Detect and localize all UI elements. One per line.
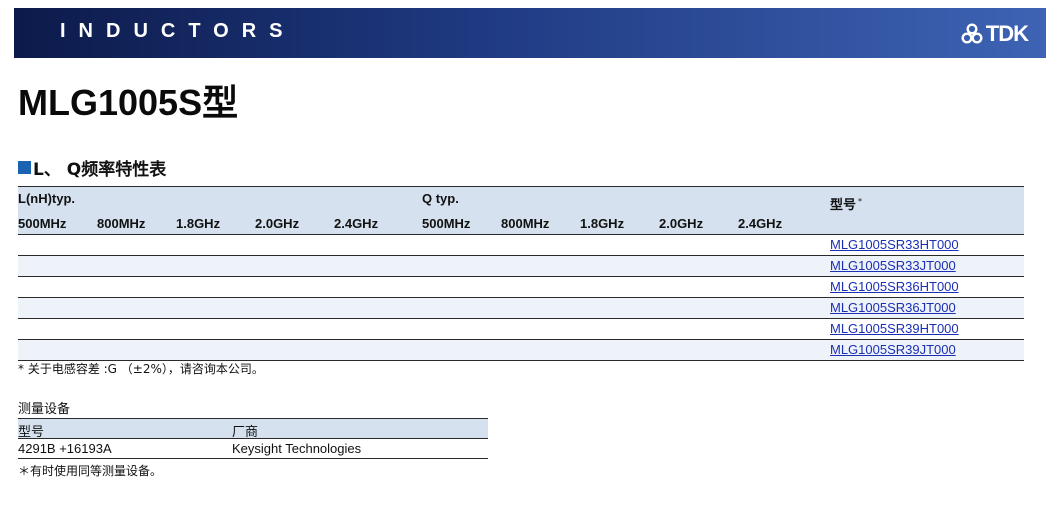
table-row: MLG1005SR39HT000 xyxy=(18,319,1024,340)
equipment-table: 型号 厂商 4291B +16193A Keysight Technologie… xyxy=(18,418,488,459)
brand-name: TDK xyxy=(985,21,1029,46)
equipment-table-header: 型号 厂商 xyxy=(18,418,488,440)
model-link[interactable]: MLG1005SR36HT000 xyxy=(830,279,959,294)
section-heading: L、 Q频率特性表 xyxy=(18,155,166,180)
equipment-col-maker: 厂商 xyxy=(232,425,259,440)
product-title: MLG1005S型 xyxy=(18,82,239,123)
col-q-500mhz: 500MHz xyxy=(422,216,471,231)
table-row: MLG1005SR36HT000 xyxy=(18,277,1024,298)
col-l-500mhz: 500MHz xyxy=(18,216,67,231)
equipment-col-model: 型号 xyxy=(18,425,45,440)
table-header: L(nH)typ. Q typ. 500MHz 800MHz 1.8GHz 2.… xyxy=(18,186,1024,235)
col-model: 型号 * xyxy=(830,194,862,213)
tolerance-footnote: * 关于电感容差 :G （±2%），请咨询本公司。 xyxy=(18,362,264,376)
model-link[interactable]: MLG1005SR39HT000 xyxy=(830,321,959,336)
col-q-1-8ghz: 1.8GHz xyxy=(580,216,625,231)
col-q-2-4ghz: 2.4GHz xyxy=(738,216,783,231)
col-l-1-8ghz: 1.8GHz xyxy=(176,216,221,231)
equipment-model: 4291B +16193A xyxy=(18,441,112,456)
table-row: MLG1005SR36JT000 xyxy=(18,298,1024,319)
group-header-q: Q typ. xyxy=(422,191,459,206)
col-model-label: 型号 xyxy=(830,198,857,213)
equipment-title: 测量设备 xyxy=(18,402,71,417)
lq-frequency-table: L(nH)typ. Q typ. 500MHz 800MHz 1.8GHz 2.… xyxy=(18,186,1024,361)
square-marker-icon xyxy=(18,161,31,174)
table-row: MLG1005SR39JT000 xyxy=(18,340,1024,361)
header-banner: INDUCTORS TDK xyxy=(14,8,1046,58)
table-row: 4291B +16193A Keysight Technologies xyxy=(18,439,488,459)
col-q-2-0ghz: 2.0GHz xyxy=(659,216,704,231)
equipment-maker: Keysight Technologies xyxy=(232,441,362,456)
model-link[interactable]: MLG1005SR33JT000 xyxy=(830,258,956,273)
equipment-note: ＊有时使用同等测量设备。 xyxy=(18,464,163,478)
section-title: L、 Q频率特性表 xyxy=(33,160,167,180)
model-link[interactable]: MLG1005SR39JT000 xyxy=(830,342,956,357)
col-l-800mhz: 800MHz xyxy=(97,216,146,231)
table-row: MLG1005SR33HT000 xyxy=(18,235,1024,256)
asterisk-mark: * xyxy=(858,196,863,206)
tdk-logo-icon xyxy=(961,23,983,44)
model-link[interactable]: MLG1005SR36JT000 xyxy=(830,300,956,315)
group-header-l: L(nH)typ. xyxy=(18,191,76,206)
col-q-800mhz: 800MHz xyxy=(501,216,550,231)
col-l-2-0ghz: 2.0GHz xyxy=(255,216,300,231)
model-link[interactable]: MLG1005SR33HT000 xyxy=(830,237,959,252)
brand-logo: TDK xyxy=(961,21,1029,47)
table-row: MLG1005SR33JT000 xyxy=(18,256,1024,277)
col-l-2-4ghz: 2.4GHz xyxy=(334,216,379,231)
banner-title: INDUCTORS xyxy=(60,20,296,42)
